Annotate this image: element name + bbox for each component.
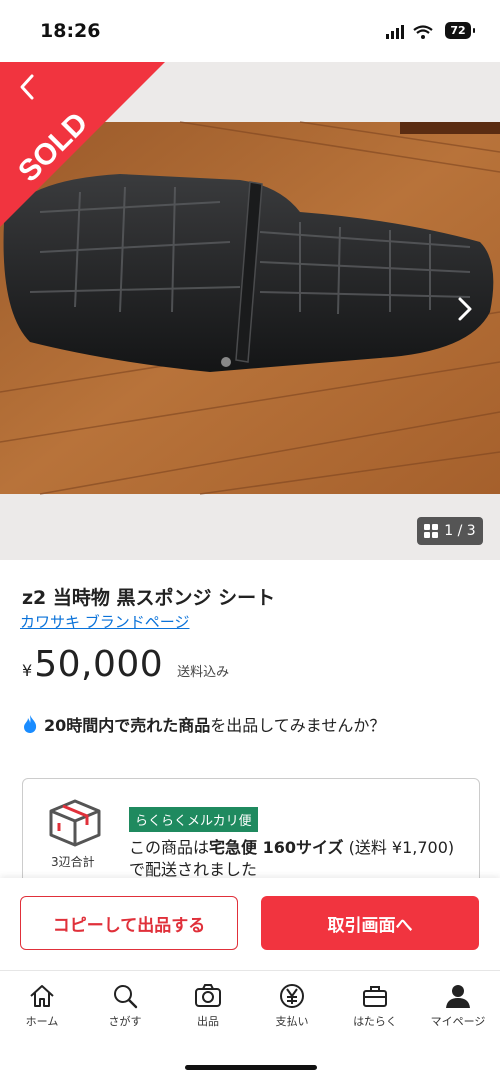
briefcase-icon xyxy=(363,986,387,1007)
tab-work[interactable]: はたらく xyxy=(333,983,417,1029)
tab-sell[interactable]: 出品 xyxy=(166,983,250,1029)
package-box-icon xyxy=(49,799,101,847)
item-price: 50,000 xyxy=(34,644,164,685)
tab-search[interactable]: さがす xyxy=(83,983,167,1029)
back-chevron-icon[interactable] xyxy=(14,72,42,102)
flame-icon xyxy=(24,715,37,733)
shipping-description: この商品は宅急便 160サイズ (送料 ¥1,700) で配送されました xyxy=(129,838,455,879)
currency-symbol: ¥ xyxy=(22,661,33,680)
promo-text: を出品してみませんか？ xyxy=(210,716,386,735)
home-indicator xyxy=(185,1065,317,1070)
go-to-trade-button[interactable]: 取引画面へ xyxy=(261,896,479,950)
signal-wifi-icon xyxy=(386,25,433,39)
battery-icon: 72 xyxy=(445,22,475,39)
promo-message[interactable]: 20時間内で売れた商品を出品してみませんか？ xyxy=(22,712,385,736)
person-icon xyxy=(446,985,470,1008)
status-time: 18:26 xyxy=(40,20,101,42)
tab-payment[interactable]: 支払い xyxy=(250,983,334,1029)
status-bar: 18:26 72 xyxy=(0,0,500,62)
brand-page-link[interactable]: カワサキ ブランドページ xyxy=(20,611,189,632)
item-title: z2 当時物 黒スポンジ シート xyxy=(22,587,276,609)
action-bar: コピーして出品する 取引画面へ xyxy=(0,878,500,970)
home-icon xyxy=(30,985,54,1007)
copy-and-list-button[interactable]: コピーして出品する xyxy=(20,896,238,950)
search-icon xyxy=(114,985,138,1009)
product-photo[interactable] xyxy=(0,62,500,560)
box-size-label: 3辺合計 xyxy=(51,855,95,869)
image-counter[interactable]: 1 / 3 xyxy=(417,517,483,545)
grid-icon xyxy=(424,524,439,538)
tab-mypage[interactable]: マイページ xyxy=(416,983,500,1029)
tab-home[interactable]: ホーム xyxy=(0,983,84,1029)
shipping-method-tag: らくらくメルカリ便 xyxy=(129,807,258,832)
camera-icon xyxy=(195,984,221,1007)
shipping-included-note: 送料込み xyxy=(177,665,230,680)
promo-bold-text: 20時間内で売れた商品 xyxy=(44,716,211,735)
price-row: ¥ 50,000 送料込み xyxy=(22,644,229,685)
next-chevron-icon[interactable] xyxy=(448,292,482,326)
image-counter-text: 1 / 3 xyxy=(444,523,476,539)
yen-icon xyxy=(280,984,304,1008)
